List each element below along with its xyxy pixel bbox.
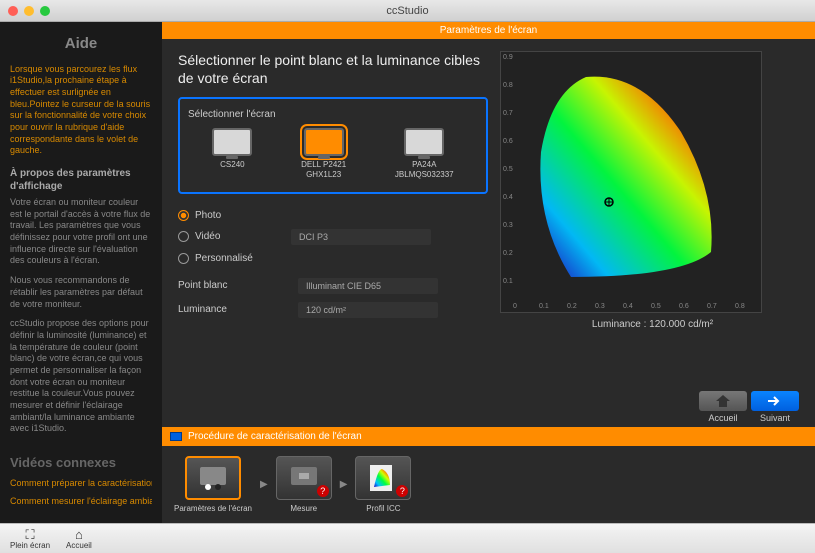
monitor-icon [404,128,444,156]
help-intro: Lorsque vous parcourez les flux i1Studio… [10,64,152,158]
mode-radio-video[interactable]: VidéoDCI P3 [178,225,488,249]
procedure-bar: Procédure de caractérisation de l'écran [162,427,815,446]
help-title: Aide [10,34,152,54]
window-title: ccStudio [386,5,428,17]
whitepoint-label: Point blanc [178,280,298,291]
page-title: Sélectionner le point blanc et la lumina… [178,51,488,87]
video-link-prepare[interactable]: Comment préparer la caractérisation [10,478,152,490]
monitor-option-pa24a[interactable]: PA24A JBLMQS032337 [395,128,454,179]
procedure-steps: Paramètres de l'écran ▶ ? Mesure ▶ ? Pro… [162,446,815,523]
mode-radio-photo[interactable]: Photo [178,206,488,225]
monitor-mini-icon [170,432,182,441]
help-sidebar: Aide Lorsque vous parcourez les flux i1S… [0,22,162,523]
titlebar: ccStudio [0,0,815,22]
step-measure[interactable]: ? Mesure [276,456,332,513]
icc-profile-icon [368,463,398,493]
radio-icon [178,253,189,264]
video-link-ambient[interactable]: Comment mesurer l'éclairage ambiant [10,496,152,508]
arrow-right-icon [768,396,782,406]
close-window-button[interactable] [8,6,18,16]
chromaticity-chart: 0.9 0.8 0.7 0.6 0.5 0.4 0.3 0.2 0.1 0 0.… [500,51,762,313]
monitor-option-dell-p2421[interactable]: DELL P2421 GHX1L23 [301,128,346,179]
help-paragraph: Votre écran ou moniteur couleur est le p… [10,197,152,267]
chevron-right-icon: ▶ [340,479,348,490]
help-paragraph: ccStudio propose des options pour défini… [10,318,152,435]
monitor-icon [304,128,344,156]
footer-toolbar: ⛶ Plein écran ⌂ Accueil [0,523,815,553]
minimize-window-button[interactable] [24,6,34,16]
monitor-select-box: Sélectionner l'écran CS240 DELL P2421 GH… [178,97,488,193]
home-button[interactable] [699,391,747,411]
select-monitor-label: Sélectionner l'écran [188,109,478,120]
fullscreen-button[interactable]: ⛶ Plein écran [10,528,50,550]
radio-icon [178,210,189,221]
gamut-svg [531,72,731,282]
luminance-readout: Luminance : 120.000 cd/m² [500,319,805,330]
content-area: Paramètres de l'écran Sélectionner le po… [162,22,815,523]
mode-radio-custom[interactable]: Personnalisé [178,249,488,268]
help-paragraph: Nous vous recommandons de rétablir les p… [10,275,152,310]
step-icc-profile[interactable]: ? Profil ICC [355,456,411,513]
help-badge-icon: ? [317,485,329,497]
help-section-heading: À propos des paramètres d'affichage [10,167,152,193]
next-button[interactable] [751,391,799,411]
home-icon: ⌂ [75,528,83,541]
monitor-option-cs240[interactable]: CS240 [212,128,252,179]
fullscreen-icon: ⛶ [25,528,34,541]
parameters-header-bar: Paramètres de l'écran [162,22,815,39]
measure-icon [287,465,321,491]
radio-icon [178,231,189,242]
zoom-window-button[interactable] [40,6,50,16]
whitepoint-field[interactable]: Illuminant CIE D65 [298,278,438,294]
home-icon [716,395,730,407]
video-preset-field[interactable]: DCI P3 [291,229,431,245]
videos-heading: Vidéos connexes [10,455,152,472]
display-settings-icon [196,465,230,491]
chevron-right-icon: ▶ [260,479,268,490]
step-display-settings[interactable]: Paramètres de l'écran [174,456,252,513]
luminance-label: Luminance [178,304,298,315]
footer-home-button[interactable]: ⌂ Accueil [66,528,92,550]
luminance-field[interactable]: 120 cd/m² [298,302,438,318]
monitor-icon [212,128,252,156]
help-badge-icon: ? [396,485,408,497]
